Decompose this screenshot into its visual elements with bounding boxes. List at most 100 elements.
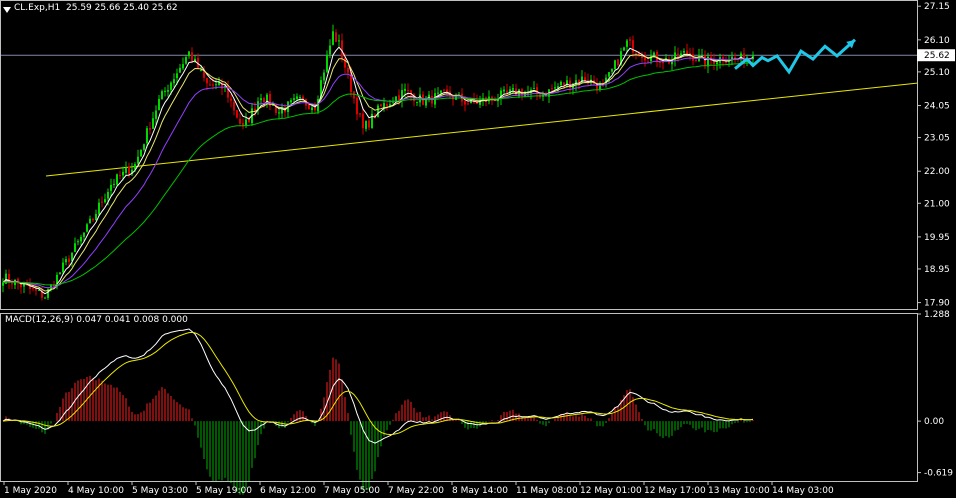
candle-body [323, 72, 325, 81]
candle-body [227, 85, 229, 98]
candle-body [284, 110, 286, 113]
candle-body [188, 51, 190, 57]
candle-body [110, 184, 112, 191]
candle-body [92, 219, 94, 221]
collapse-icon[interactable] [3, 7, 11, 13]
candle-body [98, 202, 100, 215]
candle-body [506, 90, 508, 93]
candle-body [161, 91, 163, 100]
candle-body [212, 84, 214, 86]
candle-body [11, 283, 13, 285]
candle-body [176, 73, 178, 79]
candle-body [368, 120, 370, 128]
candle-body [641, 56, 643, 59]
candle-body [260, 98, 262, 101]
candle-body [383, 103, 385, 108]
x-tick-label: 4 May 10:00 [68, 486, 124, 496]
candle-body [149, 128, 151, 130]
candle-body [230, 98, 232, 101]
y-tick-label: 19.95 [924, 233, 950, 243]
chart-background [0, 0, 956, 498]
candle-body [653, 52, 655, 56]
candle-body [353, 91, 355, 99]
candle-body [644, 57, 646, 61]
candle-body [182, 64, 184, 69]
candle-body [332, 31, 334, 45]
x-tick-label: 5 May 03:00 [132, 486, 188, 496]
x-tick-label: 7 May 05:00 [324, 486, 380, 496]
candle-body [2, 282, 4, 286]
candle-body [155, 110, 157, 119]
candle-body [263, 98, 265, 102]
candle-body [113, 183, 115, 185]
candle-body [446, 89, 448, 92]
candle-body [104, 199, 106, 203]
candle-body [179, 67, 181, 73]
candle-body [554, 87, 556, 89]
candle-body [725, 61, 727, 63]
y-tick-label: 25.10 [924, 68, 950, 78]
candle-body [692, 54, 694, 61]
y-tick-label: 22.00 [924, 167, 950, 177]
candle-body [629, 39, 631, 41]
candle-body [140, 149, 142, 157]
candle-body [512, 88, 514, 90]
candle-body [62, 262, 64, 273]
candle-body [365, 121, 367, 129]
candle-body [38, 289, 40, 291]
x-tick-label: 7 May 22:00 [388, 486, 444, 496]
candle-body [404, 88, 406, 91]
candle-body [734, 57, 736, 59]
candle-body [299, 96, 301, 98]
candle-body [89, 218, 91, 224]
candle-body [290, 100, 292, 103]
candle-body [233, 101, 235, 111]
candle-body [563, 82, 565, 86]
candle-body [167, 90, 169, 92]
candle-body [386, 104, 388, 106]
candle-body [122, 171, 124, 176]
y-tick-label: 23.05 [924, 134, 950, 144]
y-tick-label: 17.90 [924, 299, 950, 309]
candle-body [329, 45, 331, 55]
x-tick-label: 6 May 12:00 [260, 486, 316, 496]
candle-body [203, 70, 205, 78]
y-tick-label: 26.10 [924, 36, 950, 46]
candle-body [128, 166, 130, 175]
candle-body [362, 113, 364, 129]
x-tick-label: 8 May 14:00 [452, 486, 508, 496]
candle-body [116, 174, 118, 185]
y-tick-label: 24.05 [924, 102, 950, 112]
candle-body [83, 232, 85, 237]
candle-body [464, 100, 466, 105]
candle-body [32, 287, 34, 289]
candle-body [281, 109, 283, 114]
candle-body [95, 213, 97, 221]
candle-body [392, 102, 394, 104]
candle-body [191, 52, 193, 61]
candle-body [278, 112, 280, 114]
candle-body [560, 81, 562, 85]
ohlc-label: 25.59 25.66 25.40 25.62 [66, 3, 178, 13]
candle-body [347, 67, 349, 73]
candle-body [59, 272, 61, 275]
x-tick-label: 12 May 01:00 [580, 486, 642, 496]
candle-body [503, 89, 505, 92]
macd-tick-label: 1.288 [924, 310, 950, 320]
candle-body [635, 53, 637, 55]
candle-body [68, 258, 70, 262]
candle-body [356, 97, 358, 115]
candle-body [398, 95, 400, 101]
candle-body [611, 69, 613, 72]
candle-body [359, 113, 361, 115]
current-price-value: 25.62 [924, 51, 950, 61]
candle-body [119, 174, 121, 177]
candle-body [416, 101, 418, 103]
candle-body [614, 60, 616, 70]
candle-body [608, 72, 610, 77]
macd-title: MACD(12,26,9) 0.047 0.041 0.008 0.000 [5, 315, 188, 325]
candle-body [308, 104, 310, 110]
candle-body [662, 62, 664, 64]
chart-canvas[interactable]: 27.15 26.10 25.10 24.05 23.05 22.00 21.00 19.95… [0, 0, 956, 498]
candle-body [215, 84, 217, 86]
